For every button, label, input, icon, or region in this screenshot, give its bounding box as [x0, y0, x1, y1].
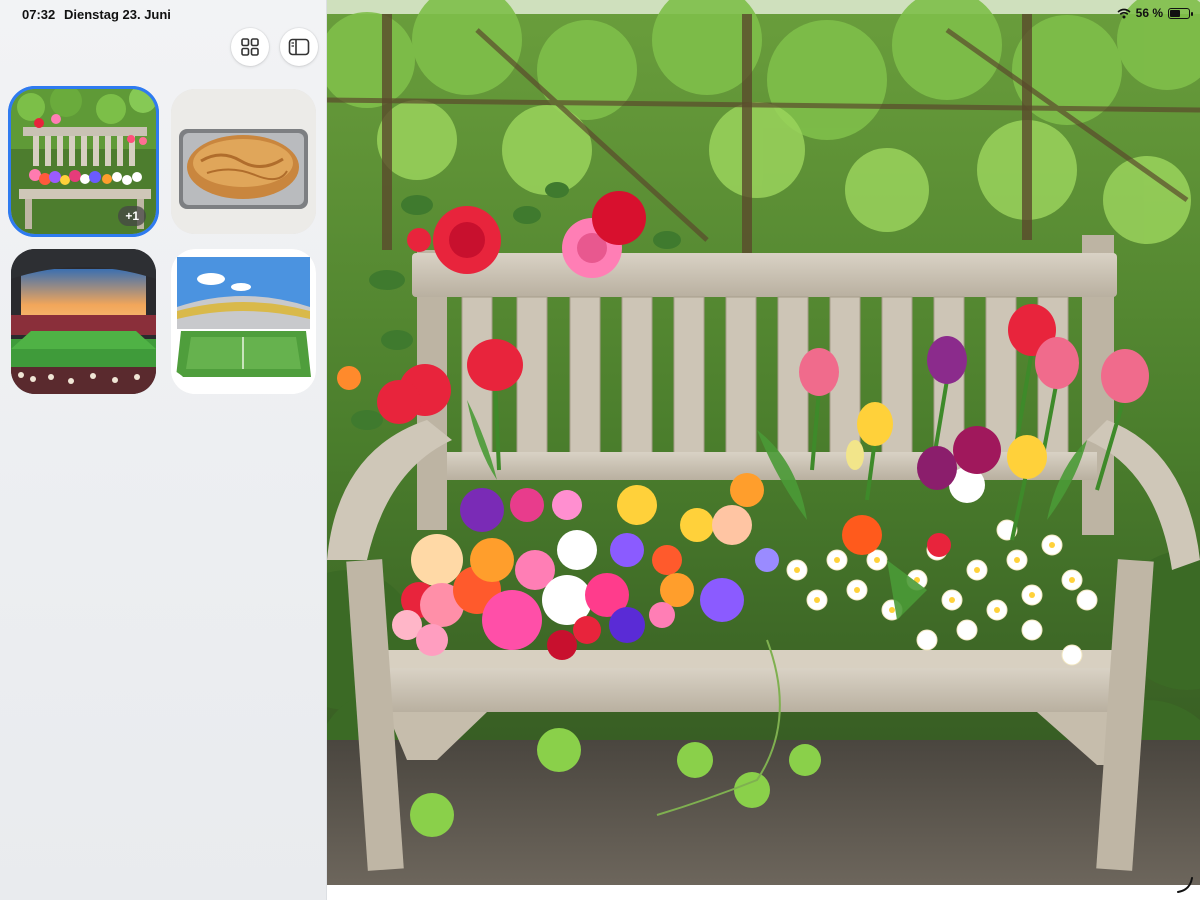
toggle-sidebar-button[interactable] [280, 28, 318, 66]
grid-icon [241, 38, 259, 56]
photo-viewer[interactable]: 56 % [327, 0, 1200, 900]
gallery-thumbnail-stadium-sunset[interactable] [11, 249, 156, 394]
status-time: 07:32 [22, 7, 56, 22]
battery-icon [1168, 7, 1193, 19]
battery-percentage: 56 % [1135, 6, 1163, 20]
status-bar-right: 56 % [1117, 6, 1193, 20]
battery-level [1170, 9, 1181, 17]
gallery-thumbnail-stadium-illustration[interactable] [171, 249, 316, 394]
gallery-thumbnail-bench[interactable]: +1 [8, 86, 159, 237]
bench-flowers-photo [327, 0, 1200, 900]
grid-view-button[interactable] [231, 28, 269, 66]
resize-handle-icon[interactable] [1176, 876, 1194, 894]
bread-thumbnail-image [171, 89, 316, 234]
sidebar: 07:32 Dienstag 23. Juni +1 [0, 0, 327, 900]
stadium-sunset-thumbnail-image [11, 249, 156, 394]
wifi-icon [1117, 8, 1131, 18]
more-count-badge: +1 [118, 206, 146, 226]
sidebar-icon [288, 38, 310, 56]
status-date: Dienstag 23. Juni [64, 7, 171, 22]
stadium-illustration-thumbnail-image [171, 249, 316, 394]
gallery-thumbnail-bread[interactable] [171, 89, 316, 234]
